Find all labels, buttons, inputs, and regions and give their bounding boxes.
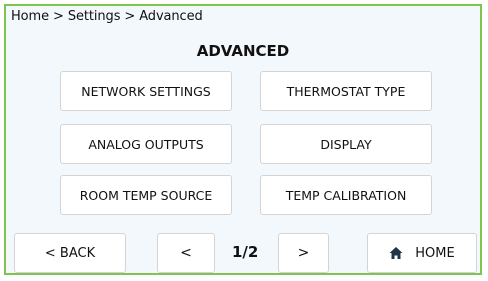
screen: Home > Settings > Advanced ADVANCED NETW… [4, 4, 482, 275]
page-title: ADVANCED [196, 42, 290, 60]
back-label: < BACK [44, 245, 96, 261]
temp-calibration-label: TEMP CALIBRATION [285, 187, 407, 203]
home-button[interactable]: HOME [367, 233, 477, 273]
page-indicator: 1/2 [232, 243, 259, 261]
temp-calibration-button[interactable]: TEMP CALIBRATION [260, 175, 432, 215]
analog-outputs-button[interactable]: ANALOG OUTPUTS [60, 124, 232, 164]
thermostat-type-label: THERMOSTAT TYPE [286, 83, 406, 99]
network-settings-button[interactable]: NETWORK SETTINGS [60, 71, 232, 111]
analog-outputs-label: ANALOG OUTPUTS [88, 136, 204, 152]
previous-page-button[interactable]: < [157, 233, 215, 273]
room-temp-source-button[interactable]: ROOM TEMP SOURCE [60, 175, 232, 215]
previous-page-label: < [180, 245, 192, 261]
room-temp-source-label: ROOM TEMP SOURCE [79, 187, 213, 203]
house-icon [389, 247, 403, 259]
network-settings-label: NETWORK SETTINGS [81, 83, 211, 99]
back-button[interactable]: < BACK [14, 233, 126, 273]
home-label: HOME [415, 245, 455, 261]
display-button[interactable]: DISPLAY [260, 124, 432, 164]
thermostat-type-button[interactable]: THERMOSTAT TYPE [260, 71, 432, 111]
display-label: DISPLAY [320, 136, 372, 152]
next-page-label: > [297, 245, 310, 261]
breadcrumb: Home > Settings > Advanced [11, 9, 203, 24]
next-page-button[interactable]: > [278, 233, 329, 273]
